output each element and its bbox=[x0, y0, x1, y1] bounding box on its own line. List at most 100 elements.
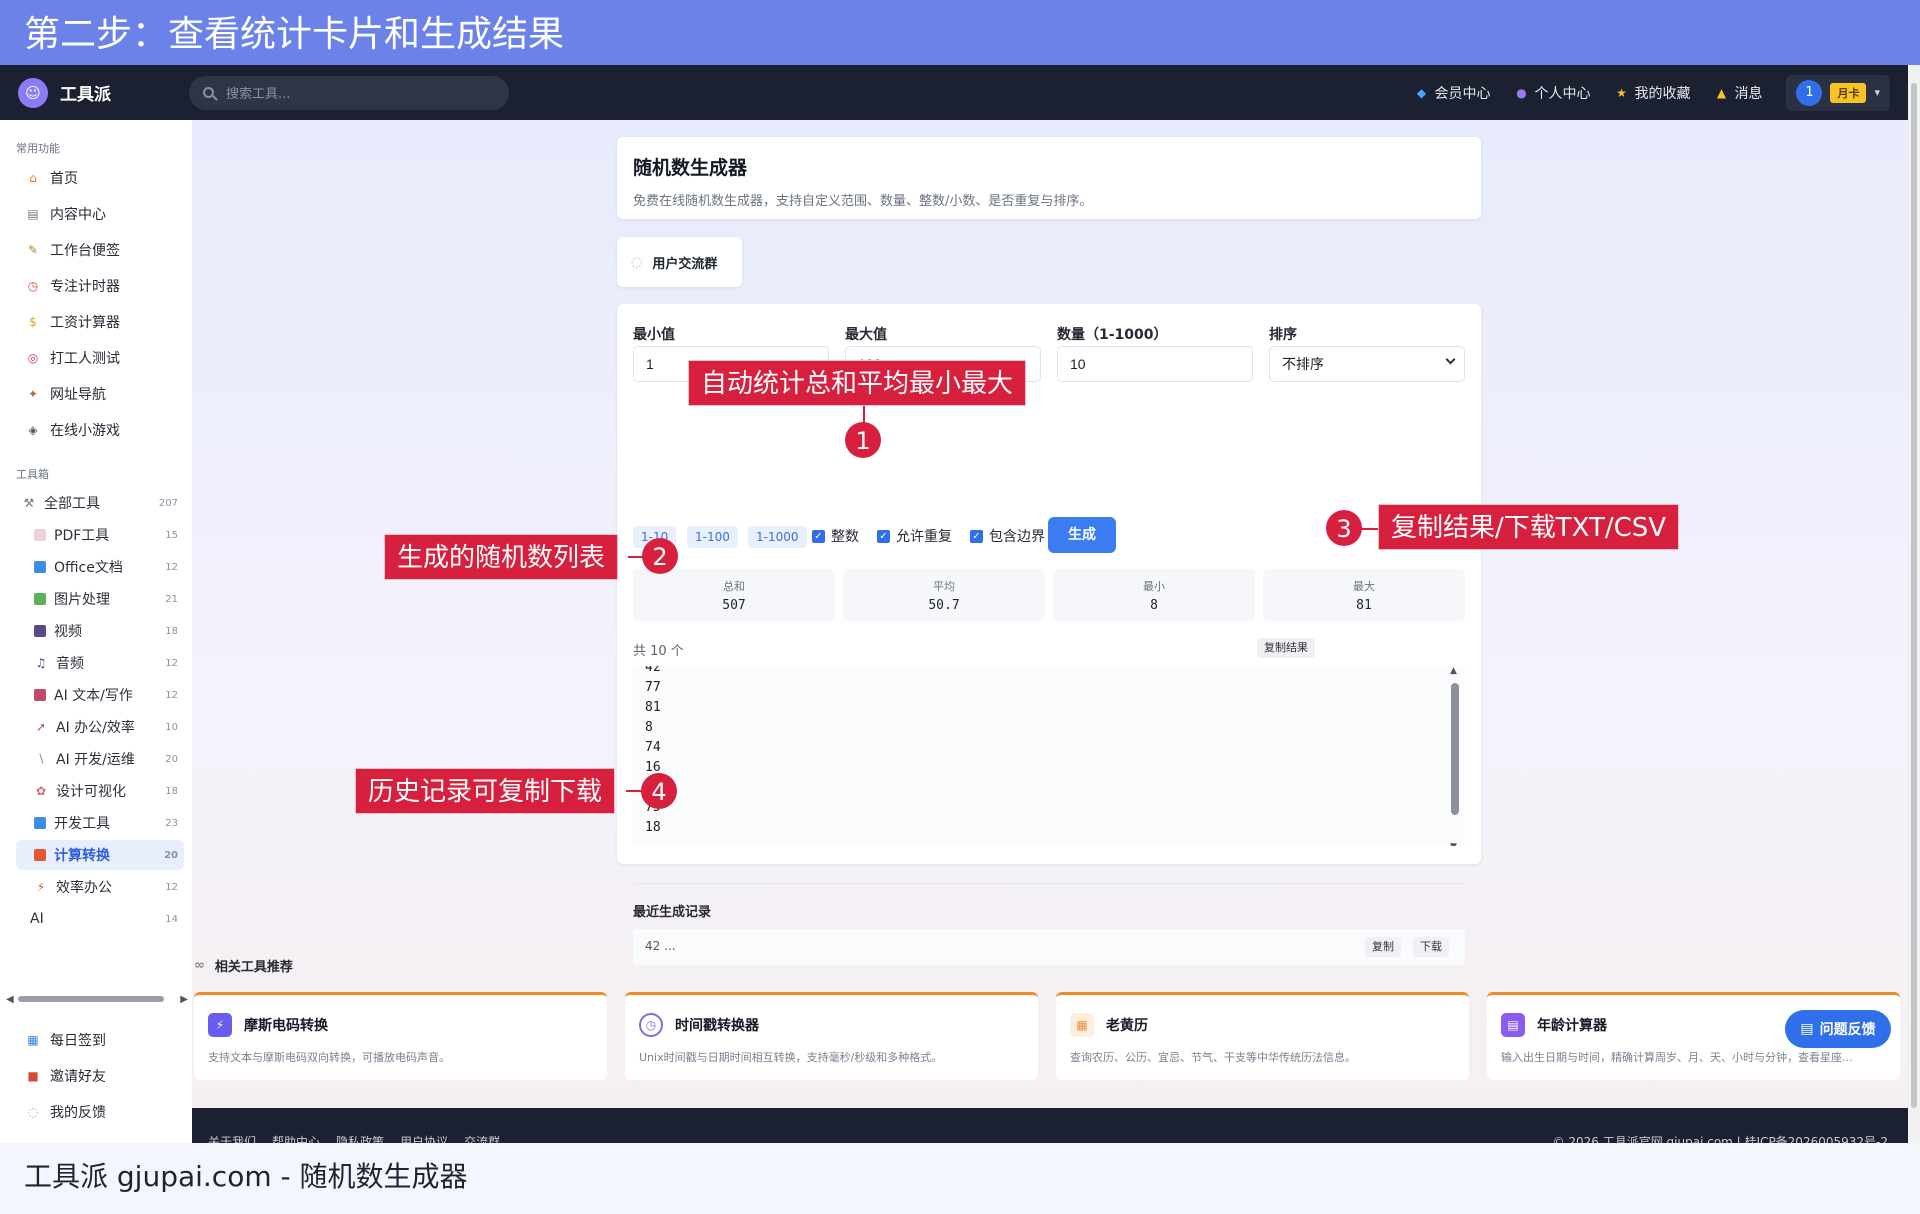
min-label: 最小值 bbox=[633, 327, 675, 343]
user-menu[interactable]: 1 月卡 ▾ bbox=[1786, 74, 1890, 111]
results-scrollbar[interactable]: ▲▼ bbox=[1450, 666, 1459, 846]
nav-favorites[interactable]: ★ 我的收藏 bbox=[1614, 83, 1690, 103]
sidebar-item-design[interactable]: ✿ 设计可视化 18 bbox=[16, 776, 184, 806]
sidebar-item-ai[interactable]: AI 14 bbox=[16, 904, 184, 934]
calendar-icon: ▤ bbox=[1501, 1013, 1525, 1037]
related-card-morse[interactable]: ⚡ 摩斯电码转换 支持文本与摩斯电码双向转换，可播放电码声音。 bbox=[194, 992, 607, 1080]
count-input[interactable]: 10 bbox=[1057, 346, 1253, 382]
sidebar-item-calc-convert[interactable]: 计算转换 20 bbox=[16, 840, 184, 870]
main-content: 随机数生成器 免费在线随机数生成器，支持自定义范围、数量、整数/小数、是否重复与… bbox=[192, 120, 1910, 1143]
history-copy-button[interactable]: 复制 bbox=[1365, 937, 1401, 957]
document-icon: ▤ bbox=[1800, 1021, 1814, 1037]
sidebar-item-video[interactable]: 视频 18 bbox=[16, 616, 184, 646]
list-item: 81 bbox=[645, 700, 661, 715]
house-icon: ⌂ bbox=[29, 171, 37, 185]
sidebar-item-ai-office[interactable]: ➚ AI 办公/效率 10 bbox=[16, 712, 184, 742]
sidebar-item-home[interactable]: ⌂ 首页 bbox=[26, 168, 78, 188]
stat-max: 最大 81 bbox=[1263, 569, 1465, 621]
sidebar-item-focus-timer[interactable]: ◷ 专注计时器 bbox=[26, 276, 120, 296]
divider bbox=[633, 883, 1465, 884]
history-entry: 42 ... 复制 下载 bbox=[633, 929, 1465, 965]
sidebar-item-audio[interactable]: ♫ 音频 12 bbox=[16, 648, 184, 678]
integer-checkbox[interactable]: ✓ 整数 bbox=[812, 526, 859, 546]
sidebar-item-content[interactable]: ▤ 内容中心 bbox=[26, 204, 106, 224]
sidebar-item-games[interactable]: ◈ 在线小游戏 bbox=[26, 420, 120, 440]
history-entry-text: 42 ... bbox=[645, 939, 676, 953]
page-description: 免费在线随机数生成器，支持自定义范围、数量、整数/小数、是否重复与排序。 bbox=[633, 194, 1093, 209]
sidebar-item-office[interactable]: Office文档 12 bbox=[16, 552, 184, 582]
pdf-icon bbox=[34, 529, 46, 541]
nav-profile[interactable]: ● 个人中心 bbox=[1514, 83, 1590, 103]
history-title: 最近生成记录 bbox=[633, 905, 712, 920]
brand-name[interactable]: 工具派 bbox=[60, 80, 111, 105]
section-common: 常用功能 bbox=[16, 142, 60, 155]
speech-bubble-icon: ◌ bbox=[631, 254, 643, 270]
page-title: 随机数生成器 bbox=[633, 157, 748, 179]
nav-vip-center[interactable]: ◆ 会员中心 bbox=[1414, 83, 1491, 103]
wrench-icon: ∖ bbox=[37, 752, 45, 766]
newspaper-icon: ▤ bbox=[27, 207, 39, 221]
sidebar-item-my-feedback[interactable]: ◌ 我的反馈 bbox=[26, 1102, 106, 1122]
abacus-icon bbox=[34, 849, 46, 861]
related-card-timestamp[interactable]: ◷ 时间戳转换器 Unix时间戳与日期时间相互转换，支持毫秒/秒级和多种格式。 bbox=[625, 992, 1038, 1080]
allow-duplicates-checkbox[interactable]: ✓ 允许重复 bbox=[877, 526, 952, 546]
copy-results-button[interactable]: 复制结果 bbox=[1257, 638, 1315, 658]
related-card-almanac[interactable]: ▦ 老黄历 查询农历、公历、宜忌、节气、干支等中华传统历法信息。 bbox=[1056, 992, 1469, 1080]
rocket-icon: ➚ bbox=[35, 720, 47, 734]
sidebar-item-efficiency[interactable]: ⚡ 效率办公 12 bbox=[16, 872, 184, 902]
page-scrollbar[interactable] bbox=[1908, 65, 1920, 1143]
money-bag-icon: $ bbox=[29, 315, 37, 329]
list-item: 42 bbox=[645, 666, 661, 675]
sidebar-item-pdf[interactable]: PDF工具 15 bbox=[16, 520, 184, 550]
sidebar-item-salary[interactable]: $ 工资计算器 bbox=[26, 312, 120, 332]
sidebar-item-ai-dev[interactable]: ∖ AI 开发/运维 20 bbox=[16, 744, 184, 774]
logo-icon[interactable]: ☺ bbox=[18, 77, 48, 108]
preset-1-1000[interactable]: 1-1000 bbox=[748, 526, 807, 548]
callout-badge-4: 4 bbox=[641, 773, 677, 809]
generate-button[interactable]: 生成 bbox=[1048, 517, 1116, 553]
preset-1-100[interactable]: 1-100 bbox=[687, 526, 738, 548]
user-icon: ● bbox=[1516, 85, 1527, 100]
sidebar-item-daily-checkin[interactable]: ▦ 每日签到 bbox=[26, 1030, 106, 1050]
callout-badge-1: 1 bbox=[845, 422, 881, 458]
sidebar-item-dev-tools[interactable]: 开发工具 23 bbox=[16, 808, 184, 838]
monitor-icon bbox=[34, 817, 46, 829]
list-item: 18 bbox=[645, 820, 661, 835]
results-list[interactable]: 42 77 81 8 74 16 56 75 18 ▲▼ bbox=[633, 666, 1465, 846]
sidebar-item-nav[interactable]: ✦ 网址导航 bbox=[26, 384, 106, 404]
sidebar-item-notes[interactable]: ✎ 工作台便签 bbox=[26, 240, 120, 260]
stopwatch-icon: ◷ bbox=[27, 279, 39, 293]
stat-sum: 总和 507 bbox=[633, 569, 835, 621]
sidebar-item-worker-test[interactable]: ◎ 打工人测试 bbox=[26, 348, 120, 368]
sidebar-item-all-tools[interactable]: ⚒ 全部工具 207 bbox=[16, 488, 184, 518]
include-bounds-checkbox[interactable]: ✓ 包含边界 bbox=[970, 526, 1045, 546]
calendar-icon: ▦ bbox=[27, 1033, 39, 1047]
history-download-button[interactable]: 下载 bbox=[1413, 937, 1449, 957]
sidebar-item-image[interactable]: 图片处理 21 bbox=[16, 584, 184, 614]
sort-select[interactable]: 不排序 bbox=[1269, 346, 1465, 382]
stat-average: 平均 50.7 bbox=[843, 569, 1045, 621]
checkmark-icon: ✓ bbox=[812, 529, 825, 543]
list-item: 77 bbox=[645, 680, 661, 695]
search-input[interactable]: 搜索工具... bbox=[189, 75, 509, 110]
user-group-button[interactable]: ◌ 用户交流群 bbox=[617, 237, 742, 287]
nav-messages[interactable]: ▲ 消息 bbox=[1714, 83, 1763, 103]
count-label: 数量（1-1000） bbox=[1057, 327, 1168, 343]
chevron-down-icon bbox=[1445, 354, 1456, 365]
step-banner: 第二步：查看统计卡片和生成结果 bbox=[0, 0, 1920, 65]
sidebar-item-ai-writing[interactable]: AI 文本/写作 12 bbox=[16, 680, 184, 710]
tool-header-card: 随机数生成器 免费在线随机数生成器，支持自定义范围、数量、整数/小数、是否重复与… bbox=[617, 137, 1481, 219]
result-count: 共 10 个 bbox=[633, 644, 684, 659]
top-navbar: ☺ 工具派 搜索工具... ◆ 会员中心 ● 个人中心 ★ 我的收藏 ▲ 消息 1 月卡… bbox=[0, 65, 1920, 120]
memo-icon: ✎ bbox=[27, 243, 39, 257]
bottom-caption: 工具派 gjupai.com - 随机数生成器 bbox=[0, 1143, 1920, 1214]
feedback-button[interactable]: ▤ 问题反馈 bbox=[1785, 1010, 1891, 1048]
sidebar-horizontal-scrollbar[interactable]: ◀ ▶ bbox=[6, 993, 188, 1005]
document-icon bbox=[34, 561, 46, 573]
target-icon: ◎ bbox=[27, 351, 39, 365]
clapper-icon bbox=[34, 625, 46, 637]
callout-stats: 自动统计总和平均最小最大 bbox=[688, 360, 1027, 406]
sidebar-item-invite[interactable]: ■ 邀请好友 bbox=[26, 1066, 106, 1086]
checkmark-icon: ✓ bbox=[877, 529, 890, 543]
lightning-icon: ⚡ bbox=[208, 1013, 232, 1037]
